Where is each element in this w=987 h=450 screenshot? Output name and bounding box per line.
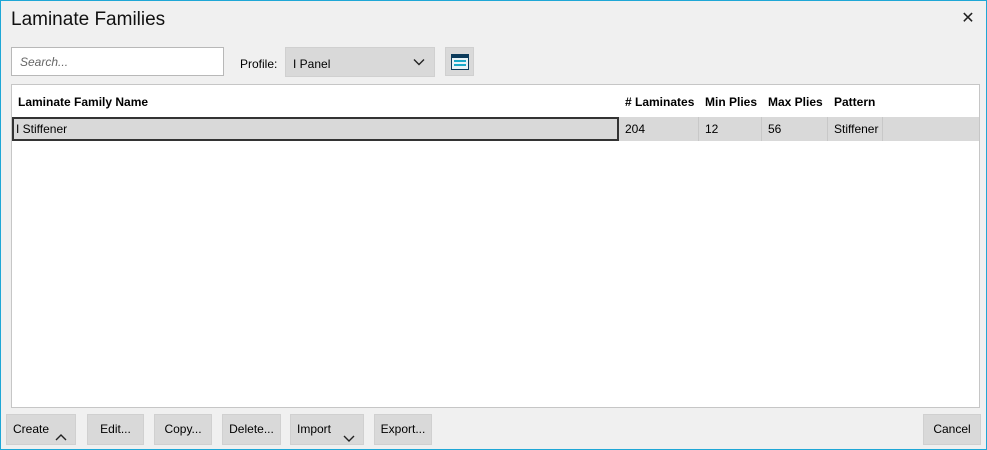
cell-pattern: Stiffener bbox=[834, 122, 879, 136]
profile-dropdown[interactable]: I Panel bbox=[285, 47, 435, 77]
export-button[interactable]: Export... bbox=[374, 414, 432, 445]
table-header: Laminate Family Name # Laminates Min Pli… bbox=[12, 85, 979, 117]
laminate-families-dialog: Laminate Families ✕ Profile: I Panel Lam… bbox=[0, 0, 987, 450]
chevron-down-icon bbox=[343, 425, 355, 449]
laminate-family-table: Laminate Family Name # Laminates Min Pli… bbox=[11, 84, 980, 408]
close-icon[interactable]: ✕ bbox=[960, 9, 976, 29]
chevron-down-icon bbox=[413, 56, 425, 71]
column-header-min-plies[interactable]: Min Plies bbox=[705, 95, 757, 109]
copy-button[interactable]: Copy... bbox=[154, 414, 212, 445]
cancel-button[interactable]: Cancel bbox=[923, 414, 981, 445]
column-header-max-plies[interactable]: Max Plies bbox=[768, 95, 823, 109]
column-header-name[interactable]: Laminate Family Name bbox=[18, 95, 148, 109]
cell-max-plies: 56 bbox=[768, 122, 782, 136]
dialog-title: Laminate Families bbox=[11, 9, 166, 30]
cell-min-plies: 12 bbox=[705, 122, 719, 136]
column-header-laminates[interactable]: # Laminates bbox=[625, 95, 694, 109]
layout-panel-icon bbox=[451, 54, 469, 70]
cell-laminates: 204 bbox=[625, 122, 646, 136]
create-button[interactable]: Create bbox=[6, 414, 76, 445]
profile-selected-value: I Panel bbox=[293, 57, 331, 71]
chevron-up-icon bbox=[55, 425, 67, 449]
profile-label: Profile: bbox=[240, 57, 278, 71]
cell-family-name: I Stiffener bbox=[12, 117, 619, 141]
table-row[interactable]: I Stiffener 204 12 56 Stiffener bbox=[12, 117, 979, 141]
column-header-pattern[interactable]: Pattern bbox=[834, 95, 875, 109]
edit-button[interactable]: Edit... bbox=[87, 414, 144, 445]
delete-button[interactable]: Delete... bbox=[222, 414, 281, 445]
column-layout-button[interactable] bbox=[445, 47, 474, 76]
search-input[interactable] bbox=[11, 47, 224, 76]
import-button[interactable]: Import bbox=[290, 414, 364, 445]
